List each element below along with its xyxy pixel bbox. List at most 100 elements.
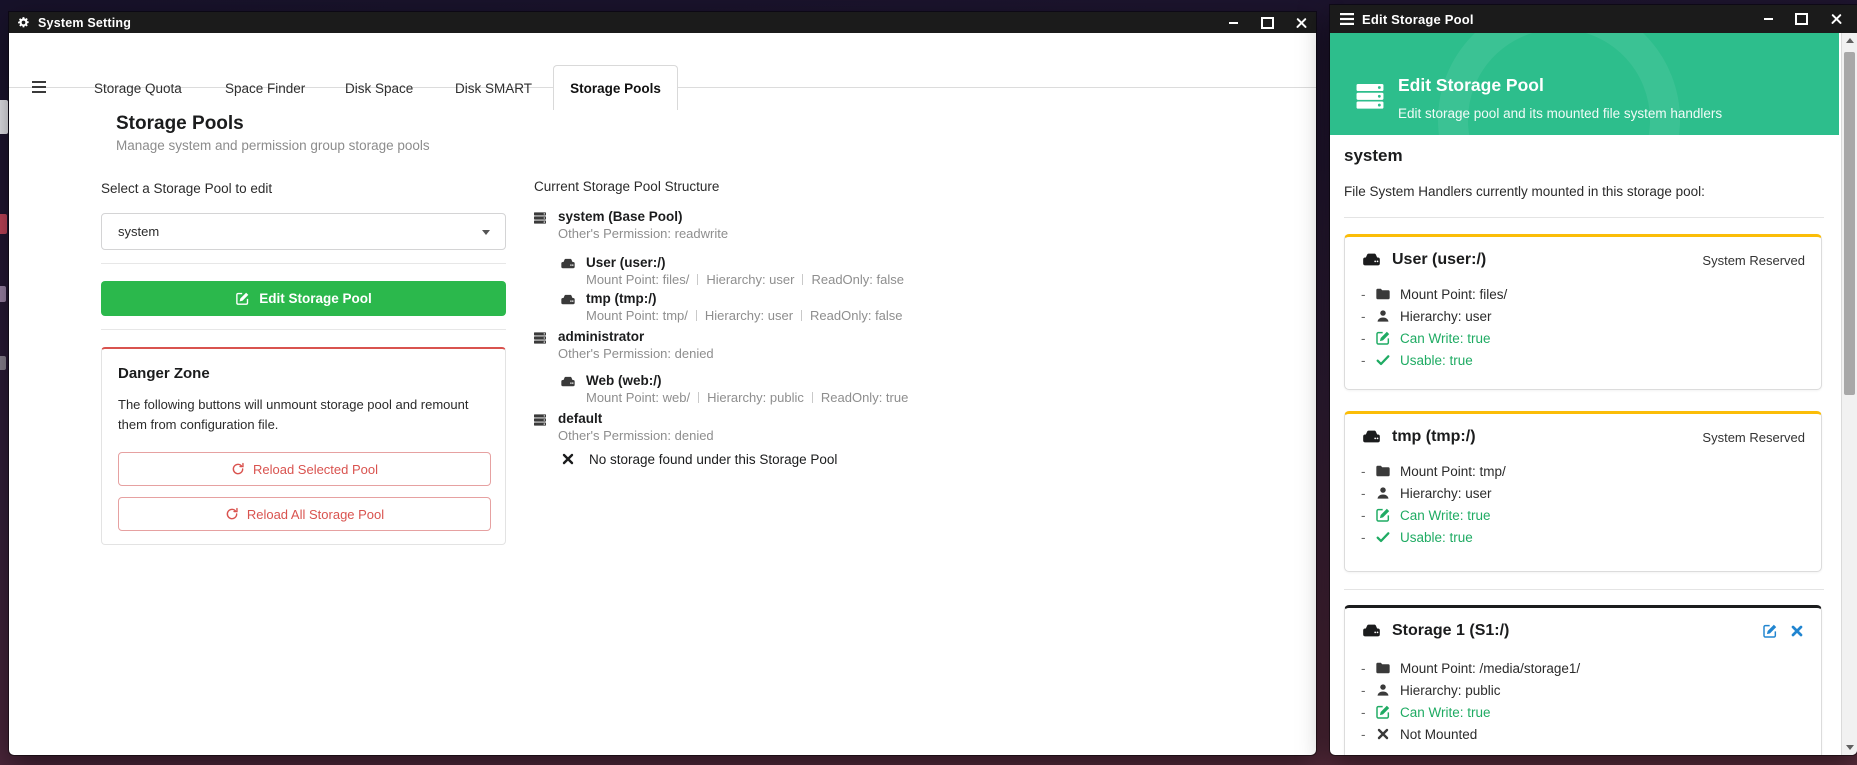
scrollbar-thumb[interactable] <box>1844 52 1855 395</box>
empty-pool-message: No storage found under this Storage Pool <box>560 451 837 467</box>
pool-item: default Other's Permission: denied <box>532 411 714 444</box>
hdd-icon <box>560 256 576 272</box>
refresh-icon <box>225 507 239 521</box>
edit-storage-pool-window: Edit Storage Pool Edit Storage Pool Edit… <box>1330 5 1857 755</box>
selected-pool-value: system <box>118 224 159 239</box>
maximize-button[interactable] <box>1254 12 1280 33</box>
property-text: Can Write: true <box>1400 331 1491 346</box>
check-icon <box>1375 352 1391 368</box>
edit-handler-button[interactable] <box>1762 623 1778 639</box>
menu-icon[interactable] <box>32 81 46 93</box>
hdd-icon <box>560 292 576 308</box>
maximize-button[interactable] <box>1788 5 1814 33</box>
gear-icon <box>17 16 30 29</box>
property-text: Usable: true <box>1400 353 1473 368</box>
scrollbar[interactable] <box>1841 33 1857 755</box>
divider <box>1344 589 1824 590</box>
storage-meta: Mount Point: tmp/Hierarchy: userReadOnly… <box>586 307 903 324</box>
pool-permission: Other's Permission: denied <box>558 345 714 362</box>
hdd-icon <box>1361 250 1382 270</box>
minimize-icon <box>1764 18 1773 20</box>
divider <box>101 329 506 330</box>
window-titlebar: System Setting <box>9 12 1316 33</box>
handlers-description: File System Handlers currently mounted i… <box>1344 184 1705 199</box>
pool-permission: Other's Permission: denied <box>558 427 714 444</box>
minimize-button[interactable] <box>1755 5 1781 33</box>
edit-pool-banner: Edit Storage Pool Edit storage pool and … <box>1330 33 1839 135</box>
property-row: Usable: true <box>1361 526 1805 548</box>
property-text: Not Mounted <box>1400 727 1477 742</box>
minimize-icon <box>1229 22 1238 24</box>
mount-point: Mount Point: files/ <box>586 272 689 287</box>
desktop-icon-fragment <box>0 100 8 134</box>
hierarchy: Hierarchy: user <box>706 272 794 287</box>
danger-zone-card: Danger Zone The following buttons will u… <box>101 347 506 545</box>
fs-handler-card-user: User (user:/) System Reserved Mount Poin… <box>1344 234 1822 390</box>
hierarchy: Hierarchy: user <box>705 308 793 323</box>
check-icon <box>1375 529 1391 545</box>
banner-subtitle: Edit storage pool and its mounted file s… <box>1398 106 1722 121</box>
property-row: Hierarchy: user <box>1361 305 1805 327</box>
mount-point: Mount Point: tmp/ <box>586 308 688 323</box>
folder-icon <box>1375 660 1391 676</box>
close-icon <box>1831 14 1842 25</box>
tab-storage-pools[interactable]: Storage Pools <box>553 65 678 110</box>
property-text: Mount Point: files/ <box>1400 287 1507 302</box>
readonly: ReadOnly: false <box>811 272 904 287</box>
system-setting-window: System Setting Storage Quota Space Finde… <box>9 12 1316 755</box>
window-title: Edit Storage Pool <box>1362 12 1474 27</box>
tab-space-finder[interactable]: Space Finder <box>225 79 305 99</box>
handler-properties: Mount Point: tmp/ Hierarchy: user Can Wr… <box>1345 460 1821 548</box>
desktop-icon-fragment <box>0 214 7 234</box>
divider <box>801 310 802 321</box>
edit-icon <box>1375 330 1391 346</box>
property-row: Hierarchy: public <box>1361 679 1805 701</box>
hdd-icon <box>560 374 576 390</box>
storage-meta: Mount Point: files/Hierarchy: user ReadOn… <box>586 271 904 288</box>
readonly: ReadOnly: true <box>821 390 908 405</box>
tab-disk-smart[interactable]: Disk SMART <box>455 79 532 99</box>
card-actions <box>1762 623 1805 639</box>
tab-disk-space[interactable]: Disk Space <box>345 79 413 99</box>
edit-icon <box>1375 704 1391 720</box>
property-row: Usable: true <box>1361 349 1805 371</box>
user-icon <box>1375 308 1391 324</box>
pool-name: system (Base Pool) <box>558 209 728 225</box>
pool-item: system (Base Pool) Other's Permission: r… <box>532 209 728 242</box>
caret-down-icon <box>482 230 490 235</box>
page-title: Storage Pools <box>116 113 244 135</box>
reload-selected-pool-button[interactable]: Reload Selected Pool <box>118 452 491 486</box>
desktop: System Setting Storage Quota Space Finde… <box>0 0 1857 765</box>
user-icon <box>1375 682 1391 698</box>
pool-permission: Other's Permission: readwrite <box>558 225 728 242</box>
refresh-icon <box>231 462 245 476</box>
property-text: Hierarchy: public <box>1400 683 1501 698</box>
edit-storage-pool-button[interactable]: Edit Storage Pool <box>101 281 506 316</box>
remove-handler-button[interactable] <box>1789 623 1805 639</box>
server-icon <box>532 412 548 428</box>
card-header: tmp (tmp:/) System Reserved <box>1345 414 1821 447</box>
property-row: Not Mounted <box>1361 723 1805 745</box>
maximize-icon <box>1795 13 1808 25</box>
property-row: Mount Point: files/ <box>1361 283 1805 305</box>
minimize-button[interactable] <box>1220 12 1246 33</box>
desktop-icon-fragment <box>0 356 6 370</box>
divider <box>1344 217 1824 218</box>
storage-pool-select[interactable]: system <box>101 213 506 250</box>
close-button[interactable] <box>1288 12 1314 33</box>
close-button[interactable] <box>1823 5 1849 33</box>
hdd-icon <box>1361 621 1382 641</box>
scroll-down-button[interactable] <box>1842 740 1857 755</box>
reload-selected-label: Reload Selected Pool <box>253 462 378 477</box>
storage-name: User (user:/) <box>586 255 904 271</box>
structure-title: Current Storage Pool Structure <box>534 179 719 194</box>
scroll-up-button[interactable] <box>1842 33 1857 48</box>
folder-icon <box>1375 286 1391 302</box>
reload-all-pool-button[interactable]: Reload All Storage Pool <box>118 497 491 531</box>
pool-name: administrator <box>558 329 714 345</box>
system-reserved-badge: System Reserved <box>1702 430 1805 445</box>
tab-storage-quota[interactable]: Storage Quota <box>94 79 182 99</box>
hierarchy: Hierarchy: public <box>707 390 804 405</box>
folder-icon <box>1375 463 1391 479</box>
page-subtitle: Manage system and permission group stora… <box>116 138 430 153</box>
